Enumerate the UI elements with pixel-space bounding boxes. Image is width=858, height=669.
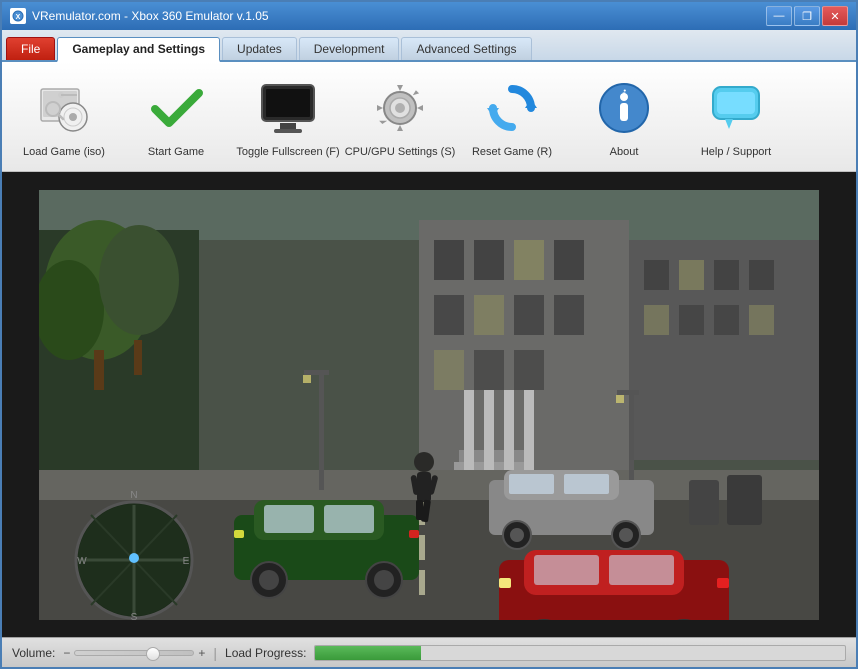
toggle-fullscreen-label: Toggle Fullscreen (F) bbox=[236, 146, 339, 158]
about-button[interactable]: i About bbox=[570, 68, 678, 166]
toolbar: Load Game (iso) Start Game Toggle Ful bbox=[2, 62, 856, 172]
svg-text:N: N bbox=[130, 490, 137, 501]
help-support-label: Help / Support bbox=[701, 146, 771, 158]
progress-fill bbox=[315, 646, 421, 660]
volume-min-icon: − bbox=[63, 646, 70, 660]
reset-icon bbox=[480, 76, 544, 140]
status-separator: | bbox=[213, 645, 217, 661]
volume-slider[interactable] bbox=[74, 650, 194, 656]
help-support-button[interactable]: Help / Support bbox=[682, 68, 790, 166]
status-bar: Volume: − + | Load Progress: bbox=[2, 637, 856, 667]
start-game-label: Start Game bbox=[148, 146, 204, 158]
load-game-button[interactable]: Load Game (iso) bbox=[10, 68, 118, 166]
progress-label: Load Progress: bbox=[225, 646, 306, 660]
volume-max-icon: + bbox=[198, 646, 205, 660]
app-icon: X bbox=[10, 8, 26, 24]
progress-bar bbox=[314, 645, 846, 661]
cpu-gpu-button[interactable]: CPU/GPU Settings (S) bbox=[346, 68, 454, 166]
tab-bar: File Gameplay and Settings Updates Devel… bbox=[2, 30, 856, 62]
svg-text:X: X bbox=[16, 14, 21, 21]
info-icon: i bbox=[592, 76, 656, 140]
title-bar: X VRemulator.com - Xbox 360 Emulator v.1… bbox=[2, 2, 856, 30]
load-game-label: Load Game (iso) bbox=[23, 146, 105, 158]
cpu-gpu-label: CPU/GPU Settings (S) bbox=[345, 146, 456, 158]
close-button[interactable]: ✕ bbox=[822, 6, 848, 26]
minimize-button[interactable]: — bbox=[766, 6, 792, 26]
svg-text:S: S bbox=[131, 612, 138, 620]
window-title: VRemulator.com - Xbox 360 Emulator v.1.0… bbox=[32, 9, 766, 23]
reset-game-button[interactable]: Reset Game (R) bbox=[458, 68, 566, 166]
tab-updates[interactable]: Updates bbox=[222, 37, 297, 60]
window-controls: — ❐ ✕ bbox=[766, 6, 848, 26]
game-canvas: N S E W bbox=[39, 190, 819, 620]
check-icon bbox=[144, 76, 208, 140]
main-window: X VRemulator.com - Xbox 360 Emulator v.1… bbox=[0, 0, 858, 669]
monitor-icon bbox=[256, 76, 320, 140]
toggle-fullscreen-button[interactable]: Toggle Fullscreen (F) bbox=[234, 68, 342, 166]
svg-text:E: E bbox=[183, 556, 190, 567]
volume-label: Volume: bbox=[12, 646, 55, 660]
game-scene: N S E W bbox=[39, 190, 819, 620]
about-label: About bbox=[610, 146, 639, 158]
tab-advanced[interactable]: Advanced Settings bbox=[401, 37, 531, 60]
reset-game-label: Reset Game (R) bbox=[472, 146, 552, 158]
start-game-button[interactable]: Start Game bbox=[122, 68, 230, 166]
tab-file[interactable]: File bbox=[6, 37, 55, 60]
volume-slider-container: − + bbox=[63, 646, 205, 660]
gear-icon bbox=[368, 76, 432, 140]
load-icon bbox=[32, 76, 96, 140]
chat-icon bbox=[704, 76, 768, 140]
restore-button[interactable]: ❐ bbox=[794, 6, 820, 26]
volume-thumb[interactable] bbox=[146, 647, 160, 661]
svg-text:W: W bbox=[77, 556, 87, 567]
tab-development[interactable]: Development bbox=[299, 37, 400, 60]
game-area: N S E W bbox=[2, 172, 856, 637]
tab-gameplay[interactable]: Gameplay and Settings bbox=[57, 37, 220, 62]
